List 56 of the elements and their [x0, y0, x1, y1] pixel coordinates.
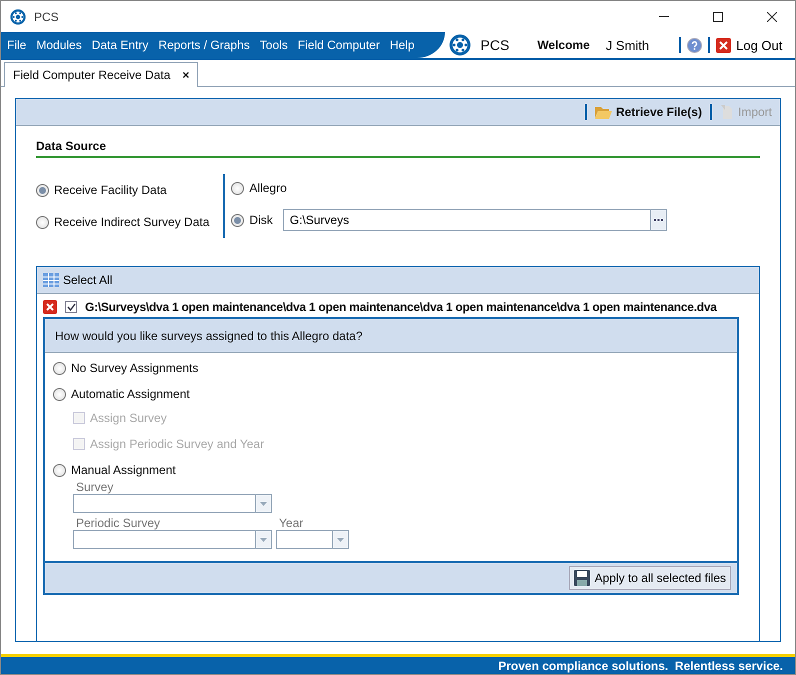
user-name: J Smith: [606, 38, 650, 52]
close-icon: [716, 38, 732, 52]
radio-button[interactable]: [231, 182, 244, 194]
radio-button[interactable]: [53, 388, 66, 400]
footer-slogan: Proven compliance solutions. Relentless service.: [498, 658, 783, 672]
menu-item[interactable]: Field Computer: [298, 38, 380, 52]
menu-item[interactable]: Data Entry: [92, 38, 148, 52]
dropdown-field[interactable]: [276, 530, 349, 549]
brand-name: PCS: [480, 37, 510, 53]
file-path: G:\Surveys\dva 1 open maintenance\dva 1 open maintenance\dva 1 open maintenance\dva 1 open maintenance.dva: [85, 300, 717, 314]
apply-button[interactable]: Apply to all selected files: [568, 566, 731, 590]
menu-item[interactable]: Help: [390, 38, 415, 52]
browse-button[interactable]: [650, 209, 667, 231]
welcome-label: Welcome: [537, 38, 590, 52]
tab-close[interactable]: ×: [182, 68, 190, 82]
dropdown-field[interactable]: [73, 530, 272, 549]
radio-option[interactable]: No Survey Assignments: [53, 361, 729, 375]
caret-icon: [260, 502, 267, 506]
save-icon: [574, 570, 590, 586]
remove-icon[interactable]: [43, 300, 57, 314]
radio-button[interactable]: [53, 464, 66, 476]
toolbar-button[interactable]: Retrieve File(s): [592, 105, 704, 119]
logo-icon: [448, 34, 471, 56]
window-title: PCS: [34, 10, 60, 24]
tab[interactable]: Field Computer Receive Data ×: [4, 62, 198, 87]
question-text: How would you like surveys assigned to this Allegro data?: [45, 319, 737, 353]
dropdown-field[interactable]: [73, 494, 272, 513]
caret-icon: [260, 538, 267, 542]
field-label: Survey: [75, 480, 114, 494]
folder-icon: [594, 106, 612, 118]
radio-option[interactable]: Allegro: [231, 181, 287, 195]
radio-option[interactable]: Receive Indirect Survey Data: [36, 215, 210, 229]
radio-button[interactable]: [36, 216, 49, 228]
radio-option[interactable]: Receive Facility Data: [36, 183, 210, 197]
checkbox[interactable]: [65, 301, 77, 313]
logout-button[interactable]: Log Out: [716, 38, 788, 52]
help-icon[interactable]: [687, 38, 702, 52]
logo-icon: [10, 8, 26, 24]
field-label: Year: [278, 516, 304, 530]
field-label: Periodic Survey: [75, 516, 162, 530]
menu-item[interactable]: File: [7, 38, 26, 52]
menu-item[interactable]: Tools: [260, 38, 288, 52]
grid-icon: [43, 273, 59, 287]
radio-button[interactable]: [53, 362, 66, 374]
menu-item[interactable]: Reports / Graphs: [158, 38, 250, 52]
section-title: Data Source: [36, 139, 760, 158]
caret-icon: [337, 538, 344, 542]
select-all-button[interactable]: Select All: [43, 273, 112, 287]
radio-button[interactable]: [231, 214, 244, 226]
radio-option[interactable]: Disk: [231, 213, 273, 227]
radio-option[interactable]: Manual Assignment: [53, 463, 729, 477]
menu-item[interactable]: Modules: [36, 38, 82, 52]
path-field[interactable]: G:\Surveys: [282, 209, 651, 231]
radio-button[interactable]: [36, 184, 49, 196]
import-icon: [720, 104, 734, 120]
radio-option[interactable]: Automatic Assignment: [53, 387, 729, 401]
